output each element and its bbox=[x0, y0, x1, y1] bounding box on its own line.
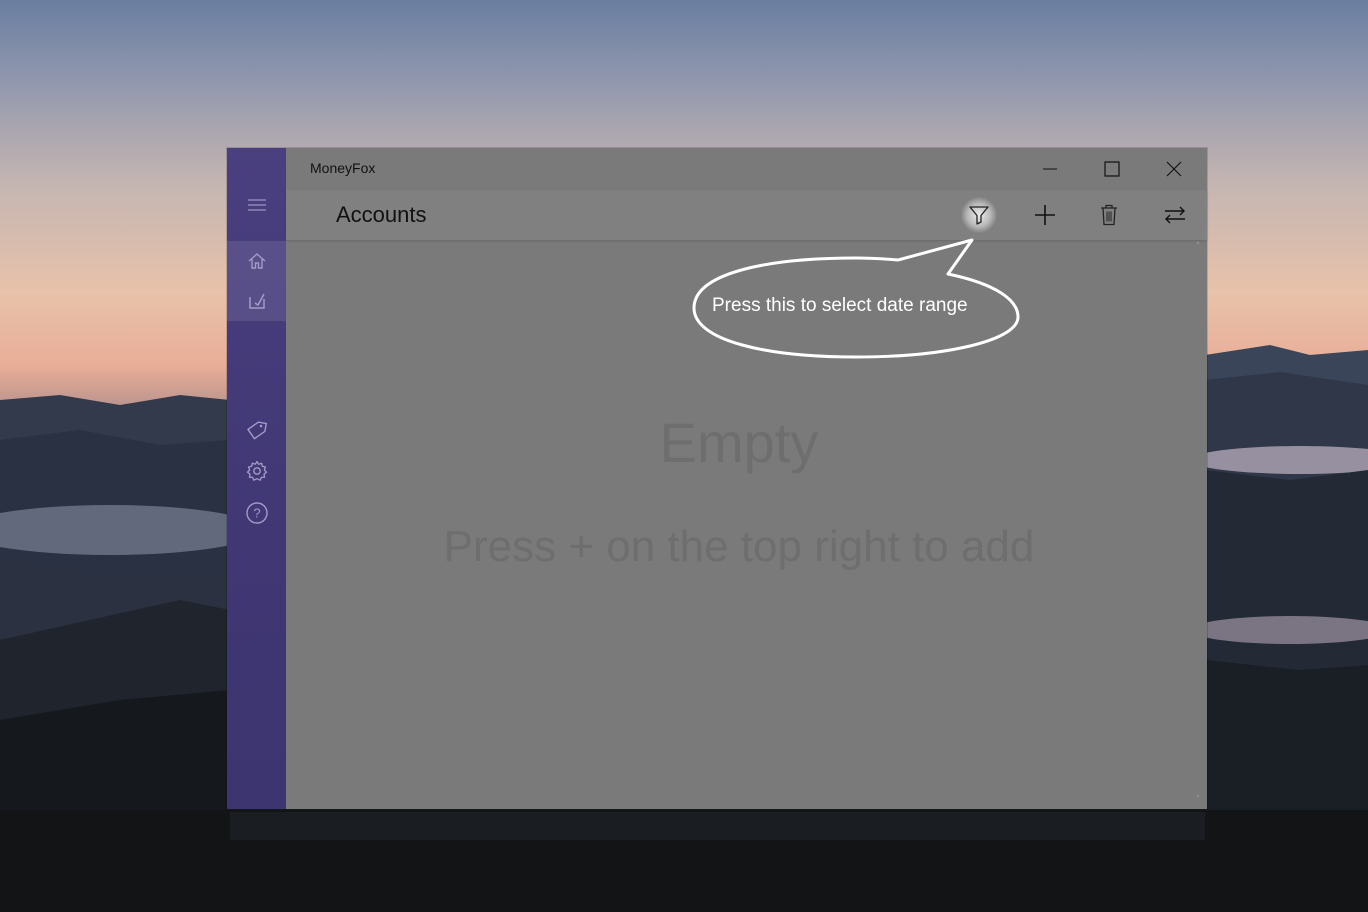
hamburger-menu-button[interactable] bbox=[227, 185, 286, 225]
help-icon: ? bbox=[245, 502, 268, 524]
minimize-icon bbox=[1043, 168, 1057, 170]
add-button[interactable] bbox=[1025, 195, 1065, 235]
nav-item-settings[interactable] bbox=[227, 451, 286, 491]
nav-item-categories[interactable] bbox=[227, 410, 286, 450]
close-icon bbox=[1166, 161, 1182, 177]
statistics-icon bbox=[248, 293, 265, 309]
hamburger-menu-icon bbox=[247, 199, 266, 211]
scroll-up-arrow[interactable]: ˄ bbox=[1193, 242, 1203, 252]
title-bar: MoneyFox bbox=[286, 148, 1207, 190]
empty-state-subtitle: Press + on the top right to add bbox=[443, 522, 1035, 571]
page-title: Accounts bbox=[336, 202, 427, 227]
empty-state-title: Empty bbox=[659, 411, 819, 474]
close-button[interactable] bbox=[1143, 148, 1205, 190]
delete-icon bbox=[1101, 204, 1117, 226]
add-icon bbox=[1035, 205, 1055, 225]
filter-button[interactable] bbox=[959, 195, 999, 235]
callout-text: Press this to select date range bbox=[712, 295, 968, 316]
nav-item-home[interactable] bbox=[227, 241, 286, 281]
maximize-button[interactable] bbox=[1081, 148, 1143, 190]
svg-text:?: ? bbox=[253, 506, 260, 521]
scroll-down-arrow[interactable]: ˅ bbox=[1193, 795, 1203, 805]
nav-item-statistics[interactable] bbox=[227, 281, 286, 321]
minimize-button[interactable] bbox=[1019, 148, 1081, 190]
tag-icon bbox=[246, 421, 267, 440]
transfer-button[interactable] bbox=[1155, 195, 1195, 235]
filter-icon bbox=[969, 206, 989, 225]
transfer-icon bbox=[1165, 206, 1185, 224]
delete-button[interactable] bbox=[1089, 195, 1129, 235]
home-icon bbox=[248, 253, 265, 269]
tutorial-callout: Press this to select date range bbox=[690, 232, 1022, 362]
navigation-rail: ? bbox=[227, 148, 286, 809]
app-title: MoneyFox bbox=[310, 160, 376, 176]
maximize-icon bbox=[1104, 161, 1120, 177]
settings-gear-icon bbox=[246, 460, 267, 481]
nav-item-help[interactable]: ? bbox=[227, 493, 286, 533]
